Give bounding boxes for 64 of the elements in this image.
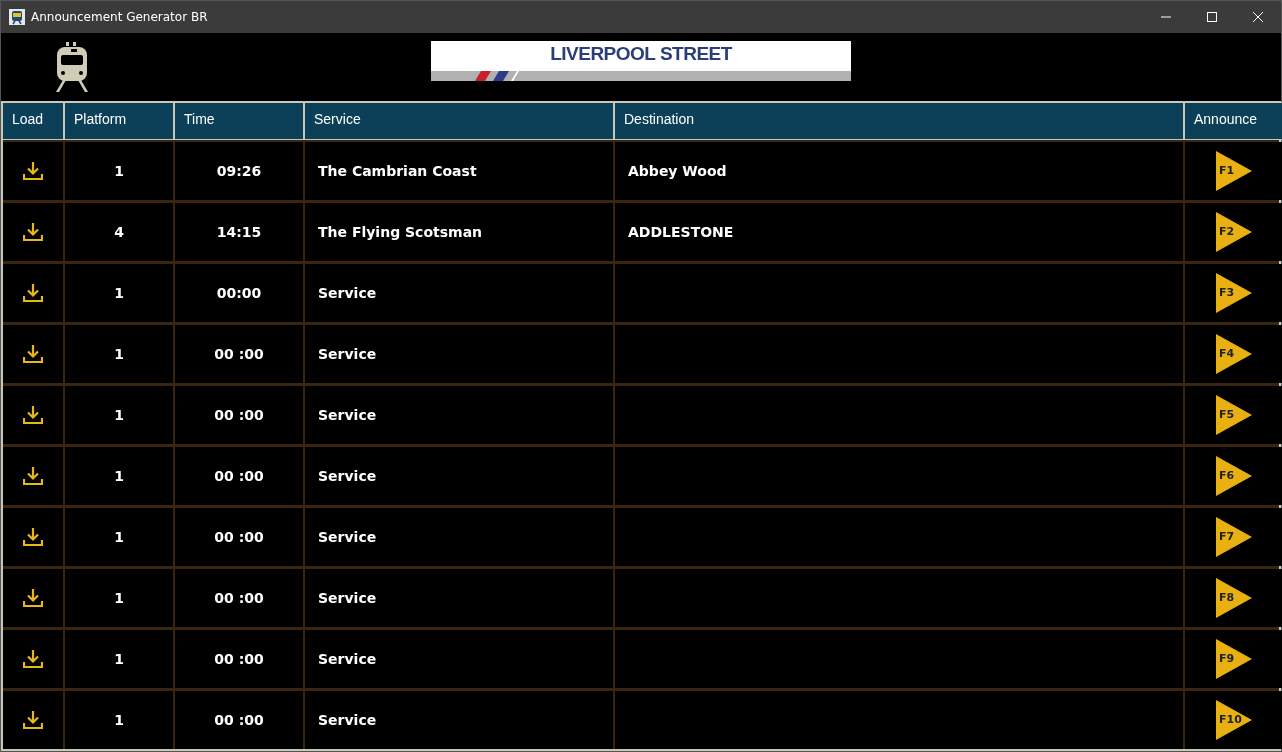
platform-cell-text: 1 — [114, 466, 124, 486]
announce-button[interactable]: F8 — [1216, 578, 1252, 618]
announce-button[interactable]: F5 — [1216, 395, 1252, 435]
announce-button[interactable]: F6 — [1216, 456, 1252, 496]
download-icon[interactable] — [23, 467, 43, 485]
column-header: Load — [3, 103, 63, 139]
platform-cell-text: 1 — [114, 283, 124, 303]
window-title: Announcement Generator BR — [31, 9, 208, 26]
time-cell-text: 00 :00 — [214, 527, 264, 547]
time-cell-text: 09:26 — [216, 161, 262, 181]
announce-button[interactable]: F4 — [1216, 334, 1252, 374]
announce-button[interactable]: F7 — [1216, 517, 1252, 557]
time-cell-text: 00 :00 — [214, 649, 264, 669]
time-cell-text: 00 :00 — [214, 588, 264, 608]
download-icon[interactable] — [23, 711, 43, 729]
download-icon[interactable] — [23, 589, 43, 607]
service-cell-text: Service — [318, 710, 377, 730]
download-icon[interactable] — [23, 345, 43, 363]
platform-cell-text: 1 — [114, 588, 124, 608]
close-icon — [1253, 12, 1263, 22]
station-name: LIVERPOOL STREET — [549, 42, 734, 66]
service-cell-text: Service — [318, 405, 377, 425]
time-cell-text: 00 :00 — [214, 466, 264, 486]
announce-button[interactable]: F1 — [1216, 151, 1252, 191]
time-cell-text: 00 :00 — [214, 710, 264, 730]
platform-cell-text: 1 — [114, 649, 124, 669]
service-cell-text: The Cambrian Coast — [318, 161, 477, 181]
service-cell-text: The Flying Scotsman — [318, 222, 483, 242]
service-cell-text: Service — [318, 344, 377, 364]
column-header: Time — [175, 103, 303, 139]
announce-button[interactable]: F3 — [1216, 273, 1252, 313]
service-cell-text: Service — [318, 283, 377, 303]
train-icon — [55, 42, 89, 92]
download-icon[interactable] — [23, 284, 43, 302]
platform-cell-text: 1 — [114, 344, 124, 364]
time-cell-text: 00 :00 — [214, 405, 264, 425]
announce-button[interactable]: F9 — [1216, 639, 1252, 679]
destination-cell-text: Abbey Wood — [628, 161, 727, 181]
column-header: Platform — [65, 103, 173, 139]
platform-cell-text: 1 — [114, 527, 124, 547]
service-cell-text: Service — [318, 588, 377, 608]
column-header: Destination — [615, 103, 1183, 139]
time-cell-text: 14:15 — [216, 222, 262, 242]
platform-cell-text: 1 — [114, 161, 124, 181]
download-icon[interactable] — [23, 650, 43, 668]
announce-button[interactable]: F2 — [1216, 212, 1252, 252]
platform-cell-text: 1 — [114, 710, 124, 730]
time-cell-text: 00:00 — [216, 283, 262, 303]
download-icon[interactable] — [23, 406, 43, 424]
download-icon[interactable] — [23, 223, 43, 241]
maximize-icon — [1207, 12, 1217, 22]
app-icon — [9, 9, 25, 25]
column-header: Service — [305, 103, 613, 139]
service-cell-text: Service — [318, 527, 377, 547]
download-icon[interactable] — [23, 528, 43, 546]
announce-button[interactable]: F10 — [1216, 700, 1252, 740]
platform-cell-text: 4 — [114, 222, 124, 242]
service-cell-text: Service — [318, 649, 377, 669]
service-cell-text: Service — [318, 466, 377, 486]
column-header: Announce — [1185, 103, 1282, 139]
destination-cell-text: ADDLESTONE — [628, 222, 734, 242]
time-cell-text: 00 :00 — [214, 344, 264, 364]
platform-cell-text: 1 — [114, 405, 124, 425]
download-icon[interactable] — [23, 162, 43, 180]
